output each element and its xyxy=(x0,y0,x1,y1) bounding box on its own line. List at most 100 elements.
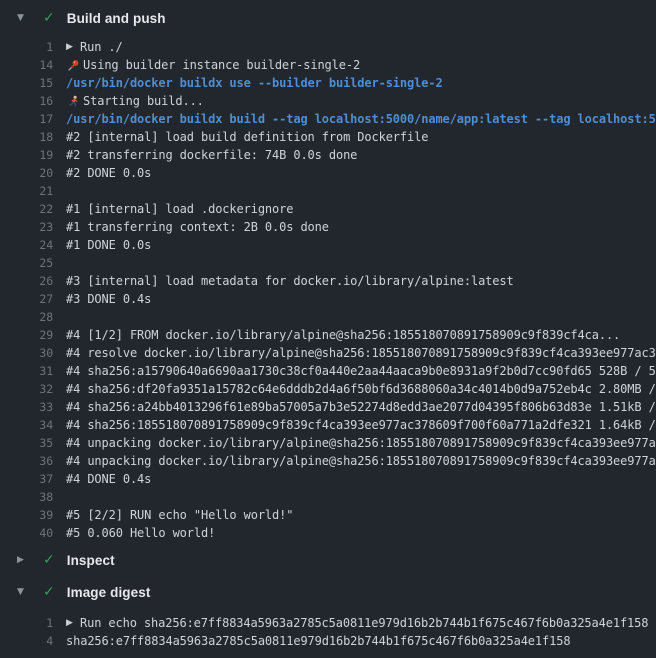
step-header-image-digest[interactable]: ▼ ✓ Image digest xyxy=(0,576,656,608)
pushpin-icon xyxy=(66,58,80,72)
line-number[interactable]: 17 xyxy=(0,112,53,126)
log-line: 39 #5 [2/2] RUN echo "Hello world!" xyxy=(0,506,656,524)
line-number[interactable]: 1 xyxy=(0,616,53,630)
line-number[interactable]: 20 xyxy=(0,166,53,180)
success-check-icon: ✓ xyxy=(43,585,55,599)
log-line: 32 #4 sha256:df20fa9351a15782c64e6dddb2d4… xyxy=(0,380,656,398)
line-number[interactable]: 14 xyxy=(0,58,53,72)
line-number[interactable]: 28 xyxy=(0,310,53,324)
line-number[interactable]: 25 xyxy=(0,256,53,270)
line-number[interactable]: 34 xyxy=(0,418,53,432)
chevron-down-icon[interactable]: ▼ xyxy=(17,588,29,597)
success-check-icon: ✓ xyxy=(43,11,55,25)
runner-icon xyxy=(66,94,80,108)
log-text: #4 resolve docker.io/library/alpine@sha2… xyxy=(66,346,656,360)
log-line: 35 #4 unpacking docker.io/library/alpine@… xyxy=(0,434,656,452)
run-expand-icon[interactable]: ▶ xyxy=(66,43,77,52)
line-number[interactable]: 16 xyxy=(0,94,53,108)
line-number[interactable]: 39 xyxy=(0,508,53,522)
log-line: 23 #1 transferring context: 2B 0.0s done xyxy=(0,218,656,236)
log-line: 22 #1 [internal] load .dockerignore xyxy=(0,200,656,218)
log-line: 29 #4 [1/2] FROM docker.io/library/alpine… xyxy=(0,326,656,344)
log-line: 27#3 DONE 0.4s xyxy=(0,290,656,308)
log-line: 21 xyxy=(0,182,656,200)
log-text: #4 sha256:a24bb4013296f61e89ba57005a7b3e… xyxy=(66,400,656,414)
line-number[interactable]: 29 xyxy=(0,328,53,342)
workflow-log: ▼ ✓ Build and push 1▶Run ./14Using build… xyxy=(0,0,656,658)
line-number[interactable]: 1 xyxy=(0,40,53,54)
line-number[interactable]: 32 xyxy=(0,382,53,396)
log-text: #5 [2/2] RUN echo "Hello world!" xyxy=(66,508,293,522)
chevron-down-icon[interactable]: ▼ xyxy=(17,14,29,23)
log-text: #2 DONE 0.0s xyxy=(66,166,151,180)
log-lines-image-digest: 1 ▶Run echo sha256:e7ff8834a5963a2785c5a0… xyxy=(0,608,656,652)
log-line: 18#2 [internal] load build definition fr… xyxy=(0,128,656,146)
log-text: #1 [internal] load .dockerignore xyxy=(66,202,293,216)
log-text: /usr/bin/docker buildx build --tag local… xyxy=(66,112,656,126)
line-number[interactable]: 38 xyxy=(0,490,53,504)
log-line: 1 ▶Run echo sha256:e7ff8834a5963a2785c5a0… xyxy=(0,614,656,632)
log-line: 15/usr/bin/docker buildx use --builder b… xyxy=(0,74,656,92)
log-text: #1 DONE 0.0s xyxy=(66,238,151,252)
line-number[interactable]: 40 xyxy=(0,526,53,540)
log-line: 30 #4 resolve docker.io/library/alpine@sh… xyxy=(0,344,656,362)
log-text: Run echo sha256:e7ff8834a5963a2785c5a081… xyxy=(80,616,648,630)
line-number[interactable]: 33 xyxy=(0,400,53,414)
log-text: #4 sha256:df20fa9351a15782c64e6dddb2d4a6… xyxy=(66,382,656,396)
log-text: #4 [1/2] FROM docker.io/library/alpine@s… xyxy=(66,328,620,342)
success-check-icon: ✓ xyxy=(43,553,55,567)
log-line: 20 #2 DONE 0.0s xyxy=(0,164,656,182)
line-number[interactable]: 23 xyxy=(0,220,53,234)
line-number[interactable]: 19 xyxy=(0,148,53,162)
log-lines-build-and-push: 1 ▶Run ./ 14 Using builder instance builder… xyxy=(0,36,656,544)
log-line: 34 #4 sha256:185518070891758909c9f839cf4c… xyxy=(0,416,656,434)
log-line: 25 xyxy=(0,254,656,272)
line-number[interactable]: 24 xyxy=(0,238,53,252)
log-text: #4 DONE 0.4s xyxy=(66,472,151,486)
log-text: #2 transferring dockerfile: 74B 0.0s don… xyxy=(66,148,357,162)
line-number[interactable]: 31 xyxy=(0,364,53,378)
step-title[interactable]: Build and push xyxy=(67,11,166,26)
log-line: 36 #4 unpacking docker.io/library/alpine@… xyxy=(0,452,656,470)
line-number[interactable]: 30 xyxy=(0,346,53,360)
log-line: 28 xyxy=(0,308,656,326)
log-line: 38 xyxy=(0,488,656,506)
line-number[interactable]: 22 xyxy=(0,202,53,216)
log-text: #4 unpacking docker.io/library/alpine@sh… xyxy=(66,436,656,450)
line-number[interactable]: 21 xyxy=(0,184,53,198)
log-text: #4 unpacking docker.io/library/alpine@sh… xyxy=(66,454,656,468)
log-line: 4sha256:e7ff8834a5963a2785c5a0811e979d16… xyxy=(0,632,656,650)
step-header-inspect[interactable]: ▶ ✓ Inspect xyxy=(0,544,656,576)
log-text: #3 [internal] load metadata for docker.i… xyxy=(66,274,514,288)
log-line: 37 #4 DONE 0.4s xyxy=(0,470,656,488)
run-expand-icon[interactable]: ▶ xyxy=(66,619,77,628)
log-line: 26 #3 [internal] load metadata for docker… xyxy=(0,272,656,290)
log-line: 1 ▶Run ./ xyxy=(0,38,656,56)
line-number[interactable]: 15 xyxy=(0,76,53,90)
log-text: /usr/bin/docker buildx use --builder bui… xyxy=(66,76,443,90)
step-section-image-digest: ▼ ✓ Image digest 1 ▶Run echo sha256:e7ff8… xyxy=(0,576,656,652)
log-text: Using builder instance builder-single-2 xyxy=(83,58,360,72)
log-text: Starting build... xyxy=(83,94,204,108)
line-number[interactable]: 18 xyxy=(0,130,53,144)
log-text: #4 sha256:185518070891758909c9f839cf4ca3… xyxy=(66,418,656,432)
chevron-right-icon[interactable]: ▶ xyxy=(17,556,29,565)
step-header-build-and-push[interactable]: ▼ ✓ Build and push xyxy=(0,0,656,36)
log-line: 31 #4 sha256:a15790640a6690aa1730c38cf0a4… xyxy=(0,362,656,380)
log-text: Run ./ xyxy=(80,40,123,54)
line-number[interactable]: 36 xyxy=(0,454,53,468)
log-text: #4 sha256:a15790640a6690aa1730c38cf0a440… xyxy=(66,364,656,378)
line-number[interactable]: 4 xyxy=(0,634,53,648)
line-number[interactable]: 27 xyxy=(0,292,53,306)
step-title[interactable]: Inspect xyxy=(67,553,115,568)
log-line: 19 #2 transferring dockerfile: 74B 0.0s d… xyxy=(0,146,656,164)
log-line: 40 #5 0.060 Hello world! xyxy=(0,524,656,542)
step-title[interactable]: Image digest xyxy=(67,585,151,600)
line-number[interactable]: 26 xyxy=(0,274,53,288)
line-number[interactable]: 35 xyxy=(0,436,53,450)
log-text: #1 transferring context: 2B 0.0s done xyxy=(66,220,329,234)
line-number[interactable]: 37 xyxy=(0,472,53,486)
log-text: #5 0.060 Hello world! xyxy=(66,526,215,540)
log-line: 33 #4 sha256:a24bb4013296f61e89ba57005a7b… xyxy=(0,398,656,416)
step-section-inspect: ▶ ✓ Inspect xyxy=(0,544,656,576)
